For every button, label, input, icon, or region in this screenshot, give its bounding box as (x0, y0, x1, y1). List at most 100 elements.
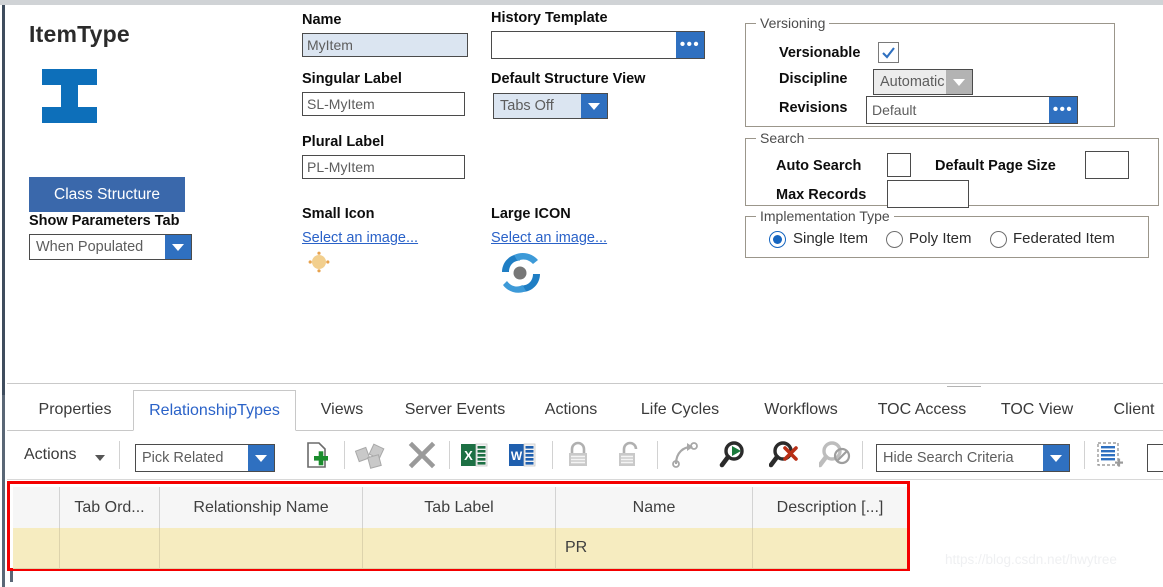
chevron-down-icon[interactable] (946, 70, 972, 94)
singular-label-input[interactable] (302, 92, 465, 116)
redo-icon (672, 442, 698, 468)
versionable-label: Versionable (779, 45, 861, 61)
history-template-label: History Template (491, 10, 608, 26)
toolbar-separator (552, 441, 553, 469)
revisions-label: Revisions (779, 100, 848, 116)
tab-views[interactable]: Views (303, 390, 381, 430)
cell-relationship-name[interactable] (160, 528, 363, 569)
class-structure-button[interactable]: Class Structure (29, 177, 185, 212)
chevron-down-icon[interactable] (95, 455, 105, 461)
splitter-handle[interactable] (947, 386, 981, 387)
versionable-checkbox[interactable] (878, 42, 899, 63)
edit-relationship-icon (355, 443, 385, 469)
run-search-icon[interactable] (719, 438, 751, 472)
radio-poly-item[interactable] (886, 231, 903, 248)
chevron-down-icon[interactable] (248, 445, 274, 471)
left-rail-bottom (10, 571, 13, 582)
default-structure-view-select[interactable]: Tabs Off (493, 93, 608, 119)
auto-search-checkbox[interactable] (887, 153, 911, 177)
tab-toc-view[interactable]: TOC View (987, 390, 1087, 430)
radio-single-item[interactable] (769, 231, 786, 248)
grid-col-tab-label[interactable]: Tab Label (363, 487, 556, 528)
disabled-search-icon (819, 441, 851, 468)
plural-label-label: Plural Label (302, 134, 385, 150)
tab-server-events[interactable]: Server Events (389, 390, 521, 430)
table-row[interactable]: PR (13, 528, 907, 569)
hide-search-criteria-value: Hide Search Criteria (883, 450, 1014, 466)
grid-col-description[interactable]: Description [...] (753, 487, 907, 528)
delete-icon[interactable] (407, 438, 437, 472)
max-records-label: Max Records (776, 187, 867, 203)
history-template-input[interactable] (492, 32, 676, 58)
new-row-icon[interactable] (1095, 438, 1125, 472)
svg-text:W: W (511, 449, 523, 463)
show-parameters-tab-label: Show Parameters Tab (29, 213, 180, 229)
small-icon-select-link[interactable]: Select an image... (302, 230, 418, 246)
default-page-size-input[interactable] (1085, 151, 1129, 179)
item-type-form: ItemType Class Structure Show Parameters… (7, 5, 1163, 383)
toolbar-separator (657, 441, 658, 469)
tab-client[interactable]: Client (1094, 390, 1163, 430)
left-scroll-rail[interactable] (0, 5, 7, 587)
cell-description[interactable] (753, 528, 907, 569)
tab-life-cycles[interactable]: Life Cycles (622, 390, 738, 430)
small-icon-label: Small Icon (302, 206, 375, 222)
pick-related-value: Pick Related (142, 450, 224, 466)
versioning-caption: Versioning (756, 15, 830, 31)
show-parameters-tab-select[interactable]: When Populated (29, 234, 192, 260)
relationship-toolbar: Actions Pick Related X W Hide Search Cri… (7, 431, 1163, 480)
chevron-down-icon[interactable] (1043, 445, 1069, 471)
clear-search-icon[interactable] (769, 438, 801, 472)
lock-icon (569, 441, 587, 466)
grid-col-relationship-name[interactable]: Relationship Name (160, 487, 363, 528)
chevron-down-icon[interactable] (581, 94, 607, 118)
grid-col-tab-order[interactable]: Tab Ord... (60, 487, 160, 528)
default-structure-view-label: Default Structure View (491, 71, 646, 87)
new-relationship-icon[interactable] (302, 438, 332, 472)
radio-poly-item-label: Poly Item (909, 230, 972, 247)
cell-name[interactable]: PR (556, 528, 753, 569)
page-title: ItemType (29, 21, 130, 47)
grid-col-name[interactable]: Name (556, 487, 753, 528)
relationship-grid: Tab Ord... Relationship Name Tab Label N… (13, 487, 907, 569)
tab-relationshiptypes[interactable]: RelationshipTypes (133, 390, 296, 431)
revisions-browse-button[interactable]: ••• (1049, 97, 1077, 123)
grid-bottom-strip (7, 571, 1163, 582)
export-word-icon[interactable]: W (507, 438, 537, 472)
export-excel-icon[interactable]: X (459, 438, 489, 472)
radio-federated-item[interactable] (990, 231, 1007, 248)
toolbar-separator (449, 441, 450, 469)
toolbar-separator (119, 441, 120, 469)
actions-menu-button[interactable]: Actions (24, 446, 76, 464)
toolbar-separator (1084, 441, 1085, 469)
toolbar-separator (344, 441, 345, 469)
history-template-field[interactable]: ••• (491, 31, 705, 59)
large-icon-preview (502, 252, 540, 293)
discipline-value: Automatic (880, 74, 945, 90)
revisions-field[interactable]: ••• (866, 96, 1078, 124)
plural-label-input[interactable] (302, 155, 465, 179)
pick-related-select[interactable]: Pick Related (135, 444, 275, 472)
tab-toc-access[interactable]: TOC Access (864, 390, 980, 430)
max-records-input[interactable] (887, 180, 969, 208)
toolbar-extra-input[interactable] (1147, 444, 1163, 472)
tab-actions[interactable]: Actions (528, 390, 614, 430)
large-icon-select-link[interactable]: Select an image... (491, 230, 607, 246)
name-input[interactable] (302, 33, 468, 57)
tab-bar: Properties RelationshipTypes Views Serve… (7, 390, 1163, 431)
chevron-down-icon[interactable] (165, 235, 191, 259)
watermark-text: https://blog.csdn.net/hwytree (945, 552, 1117, 567)
cell-selector[interactable] (13, 528, 60, 569)
discipline-select[interactable]: Automatic (873, 69, 973, 95)
discipline-label: Discipline (779, 71, 848, 87)
tab-workflows[interactable]: Workflows (745, 390, 857, 430)
cell-tab-order[interactable] (60, 528, 160, 569)
history-template-browse-button[interactable]: ••• (676, 32, 704, 58)
grid-col-selector[interactable] (13, 487, 60, 528)
revisions-input[interactable] (867, 97, 1049, 123)
singular-label-label: Singular Label (302, 71, 402, 87)
name-label: Name (302, 12, 342, 28)
tab-properties[interactable]: Properties (17, 390, 133, 430)
cell-tab-label[interactable] (363, 528, 556, 569)
hide-search-criteria-select[interactable]: Hide Search Criteria (876, 444, 1070, 472)
